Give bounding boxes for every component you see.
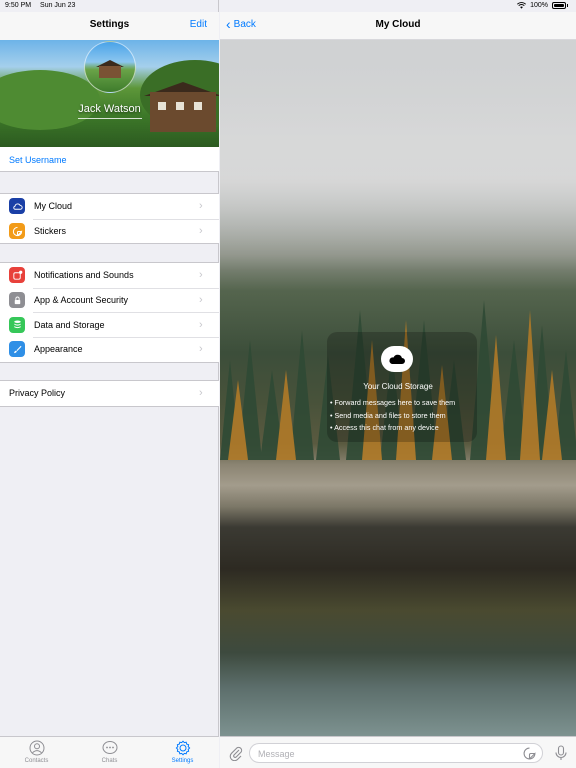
cloud-bullets: • Forward messages here to save them • S…	[330, 397, 455, 435]
chevron-right-icon: ›	[199, 225, 203, 238]
chat-pane: ‹ Back My Cloud Your Cloud Storage • For…	[220, 0, 576, 768]
chevron-right-icon: ›	[199, 318, 203, 331]
settings-item-notifications[interactable]: Notifications and Sounds ›	[0, 263, 219, 288]
microphone-icon[interactable]	[554, 745, 568, 761]
settings-item-security[interactable]: App & Account Security ›	[0, 287, 219, 313]
chevron-right-icon: ›	[199, 387, 203, 400]
page-title: Settings	[89, 19, 130, 30]
settings-item-label: Appearance	[34, 344, 83, 355]
settings-item-label: Privacy Policy	[9, 388, 66, 399]
avatar-house	[99, 66, 121, 78]
settings-header: Settings Edit	[0, 12, 219, 40]
chevron-right-icon: ›	[199, 200, 203, 213]
settings-item-label: Notifications and Sounds	[34, 270, 134, 281]
message-input[interactable]	[258, 747, 508, 760]
set-username-label: Set Username	[9, 155, 67, 165]
battery-tip	[567, 4, 568, 7]
settings-item-stickers[interactable]: Stickers ›	[0, 218, 219, 244]
chevron-right-icon: ›	[199, 269, 203, 282]
settings-item-label: Stickers	[34, 226, 67, 237]
profile-name-underline	[78, 118, 142, 119]
set-username-button[interactable]: Set Username	[0, 147, 219, 172]
settings-icon	[175, 740, 190, 756]
settings-group-2: Notifications and Sounds › App & Account…	[0, 262, 219, 363]
settings-pane: Settings Edit Jack Watson Set Username M…	[0, 0, 219, 768]
tab-label: Contacts	[24, 758, 49, 764]
avatar[interactable]	[84, 41, 136, 93]
status-date: Sun Jun 23	[40, 2, 76, 9]
database-icon	[9, 316, 25, 333]
status-bar: 9:50 PM Sun Jun 23 100%	[0, 0, 576, 12]
profile-name[interactable]: Jack Watson	[0, 103, 219, 115]
chat-header: ‹ Back My Cloud	[220, 12, 576, 40]
tab-chats[interactable]: Chats	[73, 737, 146, 768]
background-hill	[0, 70, 100, 130]
wallpaper-fog	[220, 40, 576, 270]
settings-item-appearance[interactable]: Appearance ›	[0, 337, 219, 362]
edit-button[interactable]: Edit	[190, 19, 207, 30]
tab-contacts[interactable]: Contacts	[0, 737, 73, 768]
profile-header: Jack Watson	[0, 40, 219, 147]
message-field[interactable]	[249, 743, 543, 763]
settings-group-3: Privacy Policy ›	[0, 380, 219, 407]
settings-item-label: App & Account Security	[34, 295, 129, 306]
chats-icon	[102, 741, 117, 754]
battery-icon	[552, 2, 566, 9]
chevron-right-icon: ›	[199, 343, 203, 356]
message-input-bar	[220, 736, 576, 768]
attach-icon[interactable]	[228, 745, 244, 761]
settings-item-privacy-policy[interactable]: Privacy Policy ›	[0, 381, 219, 406]
tab-label: Chats	[101, 758, 118, 764]
chat-title: My Cloud	[375, 19, 421, 30]
status-time: 9:50 PM	[5, 2, 32, 9]
settings-item-label: Data and Storage	[34, 319, 105, 330]
sticker-icon[interactable]	[523, 747, 536, 760]
settings-item-my-cloud[interactable]: My Cloud ›	[0, 194, 219, 219]
contacts-icon	[29, 740, 44, 756]
cloud-title: Your Cloud Storage	[363, 382, 433, 391]
settings-item-label: My Cloud	[34, 201, 73, 212]
settings-item-data-storage[interactable]: Data and Storage ›	[0, 312, 219, 337]
settings-group-1: My Cloud › Stickers ›	[0, 193, 219, 245]
chevron-right-icon: ›	[199, 294, 203, 307]
sticker-icon	[9, 223, 25, 240]
cloud-icon	[9, 198, 25, 215]
wifi-icon	[517, 2, 527, 9]
lock-icon	[9, 292, 25, 309]
battery-percent: 100%	[530, 2, 548, 9]
tab-label: Settings	[171, 758, 194, 764]
brush-icon	[9, 341, 25, 358]
notifications-icon	[9, 267, 25, 284]
cloud-bullet: • Access this chat from any device	[330, 423, 439, 432]
tab-bar: Contacts Chats Settings	[0, 736, 219, 768]
app-root: 9:50 PM Sun Jun 23 100% Settings Edit Ja…	[0, 0, 576, 768]
cloud-bullet: • Forward messages here to save them	[330, 398, 456, 407]
tab-settings[interactable]: Settings	[146, 737, 219, 768]
cloud-icon	[381, 346, 413, 372]
cloud-bullet: • Send media and files to store them	[330, 410, 446, 420]
